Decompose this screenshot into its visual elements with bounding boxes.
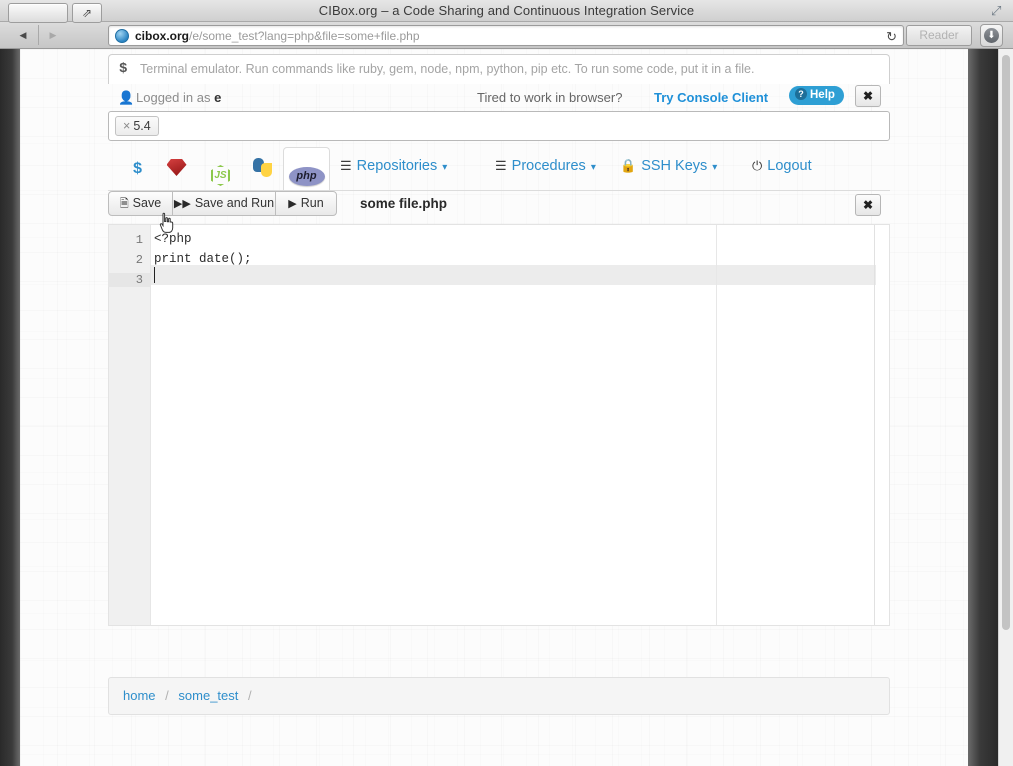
main-navbar: $ JS php ☰ Repositories ▾ ☰ Procedures ▾…: [108, 147, 890, 192]
lang-tab-ruby[interactable]: [155, 147, 198, 191]
file-icon: 🗎: [119, 198, 129, 210]
breadcrumb-items: home / some_test /: [123, 688, 258, 703]
lang-tab-node[interactable]: JS: [199, 147, 242, 191]
nav-procedures-label: Procedures: [511, 158, 586, 174]
nav-repositories[interactable]: ☰ Repositories ▾: [340, 158, 447, 174]
lang-tab-python[interactable]: [241, 147, 284, 191]
code-editor[interactable]: 1 2 3 <?php print date();: [108, 224, 890, 626]
close-terminal-button[interactable]: ✖: [855, 85, 881, 107]
url-path: /e/some_test?lang=php&file=some+file.php: [189, 29, 420, 43]
line-number-gutter: 1 2 3: [108, 225, 151, 625]
nav-logout-label: Logout: [767, 158, 812, 174]
question-icon: ?: [795, 88, 807, 100]
nav-procedures[interactable]: ☰ Procedures ▾: [495, 158, 596, 174]
title-bar: CIBox.org – a Code Sharing and Continuou…: [0, 0, 1013, 22]
editor-panel: 🗎 Save ▶▶ Save and Run ▶ Run some file.php …: [108, 191, 890, 685]
version-tag[interactable]: × 5.4: [115, 116, 159, 136]
terminal-input[interactable]: $ Terminal emulator. Run commands like r…: [108, 54, 890, 84]
nav-button-group: [8, 3, 68, 23]
fullscreen-icon[interactable]: ⤢: [991, 4, 1005, 18]
reader-button[interactable]: Reader: [906, 25, 972, 46]
logged-in-label: Logged in as e: [136, 90, 221, 105]
url-text: cibox.org/e/some_test?lang=php&file=some…: [135, 29, 420, 43]
help-label: Help: [810, 89, 835, 101]
editor-right-edge: [874, 225, 875, 625]
save-and-run-label: Save and Run: [194, 196, 275, 210]
fast-forward-icon: ▶▶: [173, 198, 191, 210]
line-number-active: 3: [108, 273, 150, 287]
text-caret: [154, 267, 155, 283]
breadcrumb-separator: /: [248, 688, 252, 703]
line-number: 2: [135, 253, 143, 267]
list-icon: ☰: [340, 158, 352, 173]
user-icon: 👤: [118, 90, 135, 105]
list-icon: ☰: [495, 158, 507, 173]
editor-filename: some file.php: [360, 196, 448, 211]
try-console-client-link[interactable]: Try Console Client: [654, 90, 768, 105]
window-title: CIBox.org – a Code Sharing and Continuou…: [318, 3, 695, 18]
play-icon: ▶: [288, 198, 297, 210]
forward-button[interactable]: ▶: [38, 25, 68, 45]
lock-icon: 🔒: [620, 158, 637, 173]
code-lines[interactable]: <?php print date();: [151, 225, 876, 625]
chevron-down-icon: ▾: [442, 162, 448, 173]
run-button[interactable]: ▶ Run: [275, 191, 337, 216]
power-icon: ⏻: [752, 158, 763, 173]
nav-ssh-keys-label: SSH Keys: [641, 158, 708, 174]
browser-window: CIBox.org – a Code Sharing and Continuou…: [0, 0, 1013, 766]
code-line: print date();: [154, 252, 252, 266]
breadcrumb-item-home[interactable]: home: [123, 688, 156, 703]
page-viewport: $ Terminal emulator. Run commands like r…: [0, 49, 1013, 766]
breadcrumb-item-some-test[interactable]: some_test: [178, 688, 238, 703]
chevron-down-icon: ▾: [590, 162, 596, 173]
page-background: $ Terminal emulator. Run commands like r…: [20, 49, 968, 766]
help-button[interactable]: ? Help: [789, 86, 844, 105]
code-line: <?php: [154, 232, 192, 246]
version-tag-label: 5.4: [133, 119, 151, 133]
php-icon: php: [288, 167, 325, 186]
username: e: [214, 90, 222, 105]
globe-icon: [115, 29, 129, 43]
close-editor-button[interactable]: ✖: [855, 194, 881, 216]
save-button[interactable]: 🗎 Save: [108, 191, 173, 216]
lang-tab-php[interactable]: php: [283, 147, 330, 192]
save-label: Save: [132, 196, 162, 210]
share-button[interactable]: ⇗: [72, 3, 102, 23]
line-number: 1: [135, 233, 143, 247]
tired-text: Tired to work in browser?: [477, 90, 623, 105]
terminal-placeholder: Terminal emulator. Run commands like rub…: [140, 62, 755, 76]
nav-logout[interactable]: ⏻ Logout: [752, 158, 812, 174]
download-icon: ⬇: [984, 28, 999, 43]
url-domain: cibox.org: [135, 29, 190, 43]
chevron-down-icon: ▾: [712, 162, 718, 173]
ruby-icon: [166, 159, 187, 176]
nav-ssh-keys[interactable]: 🔒 SSH Keys ▾: [620, 158, 717, 174]
logged-in-prefix: Logged in as: [136, 90, 215, 105]
breadcrumb-separator: /: [165, 688, 169, 703]
nodejs-icon: JS: [211, 165, 230, 186]
user-bar: 👤 Logged in as e Tired to work in browse…: [108, 84, 890, 112]
shell-icon: $: [132, 160, 143, 178]
python-icon: [253, 158, 272, 177]
scrollbar-thumb[interactable]: [1002, 55, 1010, 630]
run-label: Run: [300, 196, 324, 210]
nav-repositories-label: Repositories: [356, 158, 438, 174]
right-rail: [968, 49, 998, 766]
version-input[interactable]: × 5.4: [108, 111, 890, 141]
address-bar[interactable]: cibox.org/e/some_test?lang=php&file=some…: [108, 25, 904, 46]
remove-version-icon[interactable]: ×: [123, 119, 130, 133]
breadcrumb: home / some_test /: [108, 677, 890, 715]
left-rail: [0, 49, 20, 766]
prompt-icon: $: [119, 61, 128, 77]
print-margin-ruler: [716, 225, 717, 625]
save-and-run-button[interactable]: ▶▶ Save and Run: [172, 191, 276, 216]
lang-tab-shell[interactable]: $: [116, 147, 159, 191]
reload-icon[interactable]: ↻: [886, 29, 897, 45]
downloads-button[interactable]: ⬇: [980, 24, 1003, 47]
active-line-highlight: [151, 265, 876, 285]
back-button[interactable]: ◀: [8, 25, 38, 45]
